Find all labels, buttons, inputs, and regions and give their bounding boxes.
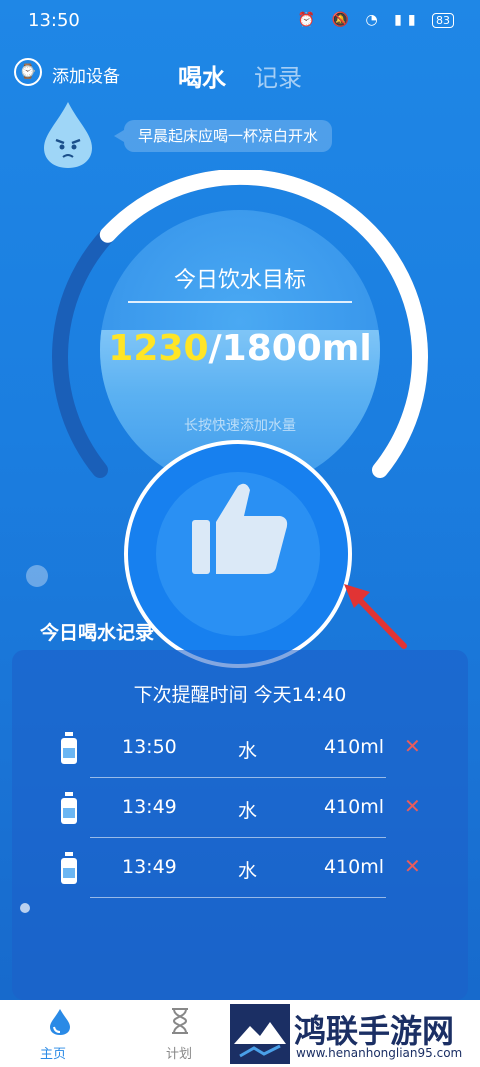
record-kind: 水: [238, 860, 258, 882]
record-kind: 水: [238, 800, 258, 822]
record-amount: 410ml: [324, 796, 385, 818]
battery-icon: 83: [432, 13, 454, 28]
decor-bubble: [26, 565, 48, 587]
record-amount: 410ml: [324, 856, 385, 878]
record-row: 13:49 水 410ml ✕: [60, 778, 430, 838]
status-time: 13:50: [28, 10, 80, 31]
water-drop-icon[interactable]: [48, 1008, 72, 1036]
decor-bubble: [20, 903, 30, 913]
hourglass-icon[interactable]: [170, 1008, 190, 1034]
row-divider: [90, 897, 386, 898]
delete-record-icon[interactable]: ✕: [404, 734, 421, 758]
delete-record-icon[interactable]: ✕: [404, 794, 421, 818]
delete-record-icon[interactable]: ✕: [404, 854, 421, 878]
record-time: 13:49: [122, 856, 177, 878]
record-row: 13:49 水 410ml ✕: [60, 838, 430, 898]
record-kind: 水: [238, 740, 258, 762]
watermark-url: www.henanhonglian95.com: [296, 1046, 463, 1060]
record-time: 13:50: [122, 736, 177, 758]
current-amount: 1230: [108, 328, 209, 369]
bottle-icon: [61, 792, 77, 824]
today-records-title: 今日喝水记录: [40, 622, 155, 644]
watermark-logo: [230, 1004, 290, 1064]
nav-home[interactable]: 主页: [40, 1043, 66, 1062]
water-drop-mascot-icon: [44, 102, 92, 168]
bottle-icon: [61, 732, 77, 764]
status-icons: ⏰ 🔕 ◔ ▮▮ 83: [298, 12, 454, 28]
goal-title: 今日饮水目标: [173, 268, 306, 293]
goal-amount: 1230/1800ml: [100, 328, 380, 369]
goal-divider: [128, 301, 352, 303]
next-reminder: 下次提醒时间 今天14:40: [133, 684, 347, 706]
status-bar: 13:50 ⏰ 🔕 ◔ ▮▮ 83: [0, 0, 480, 44]
thumbs-up-icon: [192, 483, 288, 574]
bottle-icon: [61, 852, 77, 884]
tab-drink[interactable]: 喝水: [178, 58, 226, 93]
tab-record[interactable]: 记录: [254, 58, 302, 93]
nav-plan[interactable]: 计划: [166, 1043, 192, 1062]
record-time: 13:49: [122, 796, 177, 818]
tip-text: 早晨起床应喝一杯凉白开水: [138, 127, 319, 145]
arrow-pointer-icon: [344, 584, 407, 649]
record-amount: 410ml: [324, 736, 385, 758]
signal-icon: ▮▮: [394, 12, 422, 28]
long-press-hint: 长按快速添加水量: [184, 418, 296, 434]
record-row: 13:50 水 410ml ✕: [60, 718, 430, 778]
tip-bubble: 早晨起床应喝一杯凉白开水: [113, 120, 333, 152]
add-device-button[interactable]: 添加设备: [52, 62, 120, 87]
watch-icon[interactable]: ⌚: [14, 58, 42, 86]
target-amount: /1800ml: [208, 328, 372, 369]
